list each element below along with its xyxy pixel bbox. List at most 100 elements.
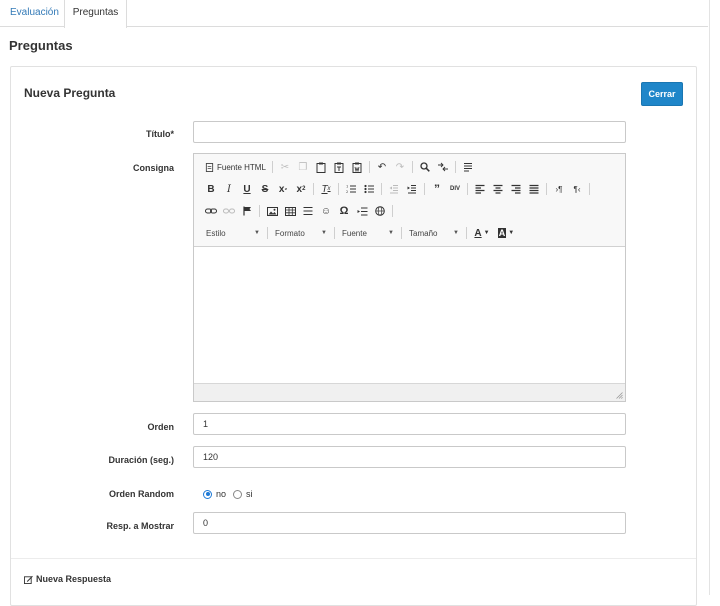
divider [11,558,696,559]
table-icon[interactable] [281,202,299,220]
smiley-icon[interactable]: ☺ [317,202,335,220]
new-answer-link[interactable]: Nueva Respuesta [24,574,111,584]
subscript-icon[interactable]: x₂ [274,180,292,198]
tab-preguntas[interactable]: Preguntas [64,0,127,28]
radio-si-dot[interactable] [233,489,242,499]
page-break-icon[interactable] [353,202,371,220]
select-all-icon[interactable] [459,158,477,176]
toolbar-separator [466,227,467,239]
iframe-globe-icon[interactable] [371,202,389,220]
bold-icon[interactable]: B [202,180,220,198]
text-direction-ltr-icon[interactable]: ›¶ [550,180,568,198]
cut-icon[interactable]: ✂ [276,158,294,176]
background-color-button[interactable]: A ▼ [494,224,518,242]
outdent-icon[interactable] [385,180,403,198]
toolbar-separator [338,183,339,195]
toolbar-row-3: ☺ Ω [202,202,396,220]
toolbar-separator [392,205,393,217]
justify-icon[interactable] [525,180,543,198]
editor-toolbar: Fuente HTML ✂ ❐ ↶ ↷ B I U S x ₂ x 2 T x … [194,154,625,247]
tab-evaluacion[interactable]: Evaluación [0,0,69,27]
anchor-flag-icon[interactable] [238,202,256,220]
radio-no-label: no [216,489,227,499]
close-button[interactable]: Cerrar [641,82,683,106]
font-combo[interactable]: Fuente ▼ [338,224,398,242]
source-html-label: Fuente HTML [217,162,266,172]
svg-text:2: 2 [346,190,348,194]
orden-input[interactable]: 1 [193,413,626,435]
toolbar-separator [467,183,468,195]
blockquote-icon[interactable]: ” [428,180,446,198]
text-color-button[interactable]: A ▼ [470,224,494,242]
editor-status-bar [194,383,625,401]
replace-icon[interactable] [434,158,452,176]
find-icon[interactable] [416,158,434,176]
strikethrough-icon[interactable]: S [256,180,274,198]
horizontal-rule-icon[interactable] [299,202,317,220]
undo-icon[interactable]: ↶ [373,158,391,176]
size-combo-label: Tamaño [409,228,438,238]
page-title: Preguntas [9,38,73,53]
source-html-button[interactable]: Fuente HTML [202,158,269,176]
radio-si[interactable]: si [233,489,253,499]
italic-icon[interactable]: I [220,180,238,198]
titulo-label: Título* [146,129,174,139]
toolbar-separator [401,227,402,239]
align-right-icon[interactable] [507,180,525,198]
link-icon[interactable] [202,202,220,220]
paste-word-icon[interactable] [348,158,366,176]
chevron-down-icon: ▼ [483,230,490,236]
duracion-label: Duración (seg.) [108,455,174,465]
style-combo[interactable]: Estilo ▼ [202,224,264,242]
duracion-input[interactable]: 120 [193,446,626,468]
consigna-label: Consigna [132,163,174,173]
paste-text-icon[interactable] [330,158,348,176]
indent-icon[interactable] [403,180,421,198]
radio-si-label: si [246,489,253,499]
resize-grip-icon[interactable] [616,392,623,399]
toolbar-separator [368,161,370,173]
rich-text-editor: Fuente HTML ✂ ❐ ↶ ↷ B I U S x ₂ x 2 T x … [193,153,626,402]
style-combo-label: Estilo [206,228,226,238]
toolbar-separator [334,227,335,239]
tab-bar: Evaluación Preguntas [0,0,708,28]
underline-icon[interactable]: U [238,180,256,198]
radio-no[interactable]: no [203,489,226,499]
size-combo[interactable]: Tamaño ▼ [405,224,463,242]
edit-icon [24,575,33,584]
copy-icon[interactable]: ❐ [294,158,312,176]
font-combo-label: Fuente [342,228,367,238]
special-char-icon[interactable]: Ω [335,202,353,220]
chevron-down-icon: ▼ [388,230,394,236]
toolbar-row-1: Fuente HTML ✂ ❐ ↶ ↷ [202,158,477,176]
div-container-icon[interactable]: DIV [446,180,464,198]
document-icon [205,162,214,172]
text-direction-rtl-icon[interactable]: ¶‹ [568,180,586,198]
redo-icon[interactable]: ↷ [391,158,409,176]
image-icon[interactable] [263,202,281,220]
radio-no-dot[interactable] [203,489,212,499]
align-left-icon[interactable] [471,180,489,198]
superscript-icon[interactable]: x2 [292,180,310,198]
toolbar-separator [381,183,382,195]
resp-input[interactable]: 0 [193,512,626,534]
toolbar-separator [424,183,425,195]
toolbar-row-4: Estilo ▼ Formato ▼ Fuente ▼ Tamaño ▼ A ▼… [202,224,518,242]
editor-content-area[interactable] [194,248,625,382]
new-answer-label: Nueva Respuesta [36,574,112,584]
unlink-icon[interactable] [220,202,238,220]
paste-icon[interactable] [312,158,330,176]
remove-format-icon[interactable]: Tx [317,180,335,198]
orden-label: Orden [147,422,174,432]
align-center-icon[interactable] [489,180,507,198]
numbered-list-icon[interactable]: 12 [342,180,360,198]
text-color-icon: A [474,227,482,239]
chevron-down-icon: ▼ [321,230,327,236]
format-combo[interactable]: Formato ▼ [271,224,331,242]
titulo-input[interactable] [193,121,626,143]
page-right-border [709,0,710,595]
chevron-down-icon: ▼ [453,230,459,236]
bulleted-list-icon[interactable] [360,180,378,198]
toolbar-separator [259,205,260,217]
toolbar-separator [589,183,590,195]
